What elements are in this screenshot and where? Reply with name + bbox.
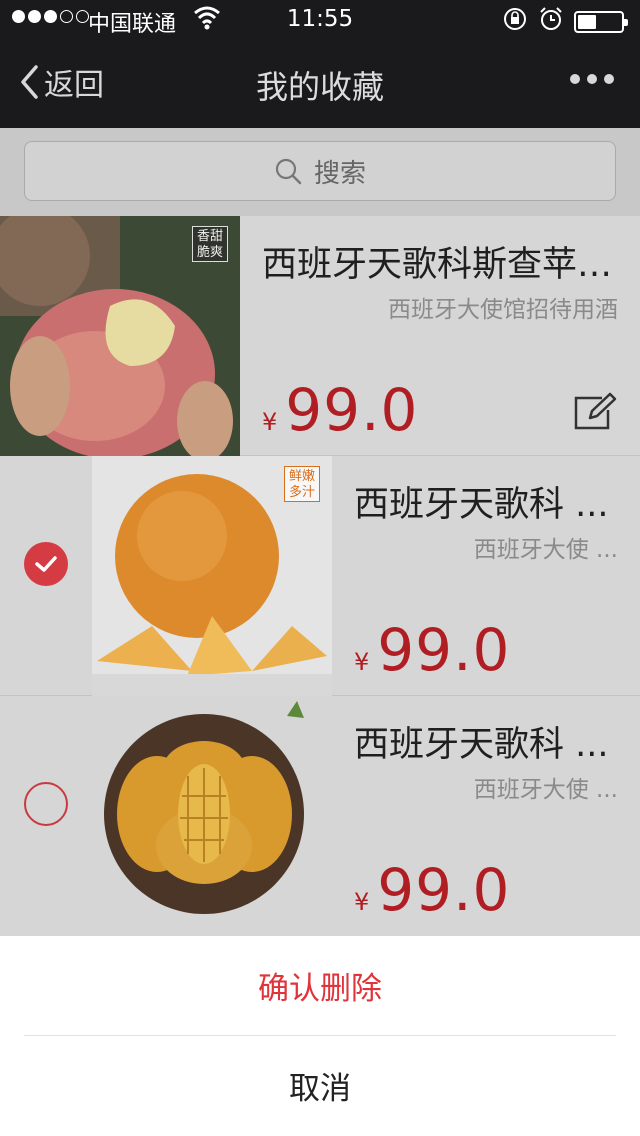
top-bar: 中国联通 11:55 返回 我的收藏 xyxy=(0,0,640,128)
product-subtitle: 西班牙大使馆招待用酒 xyxy=(388,297,618,323)
checkbox-checked[interactable] xyxy=(24,542,68,586)
list-item[interactable]: 鲜嫩多汁 西班牙天歌科 ... 西班牙大使 ... ¥ 99.0 xyxy=(0,456,640,696)
search-section: 搜索 xyxy=(0,128,640,216)
price-value: 99.0 xyxy=(377,856,511,924)
product-image-apple: 香甜脆爽 xyxy=(0,216,240,456)
edit-icon[interactable] xyxy=(572,392,618,436)
search-input[interactable]: 搜索 xyxy=(24,141,616,201)
status-bar: 中国联通 11:55 xyxy=(0,0,640,40)
price-value: 99.0 xyxy=(377,616,511,684)
currency-symbol: ¥ xyxy=(354,888,370,916)
product-name: 西班牙天歌科 ... xyxy=(354,725,609,765)
product-name: 西班牙天歌科斯查苹… xyxy=(262,245,613,285)
product-info: 西班牙天歌科斯查苹… 西班牙大使馆招待用酒 ¥ 99.0 xyxy=(240,216,640,456)
product-subtitle: 西班牙大使 ... xyxy=(473,777,618,803)
product-badge: 鲜嫩多汁 xyxy=(284,466,320,502)
price-value: 99.0 xyxy=(285,376,419,444)
product-image-orange: 鲜嫩多汁 xyxy=(92,456,332,696)
product-price: ¥ 99.0 xyxy=(354,856,510,924)
product-info: 西班牙天歌科 ... 西班牙大使 ... ¥ 99.0 xyxy=(332,456,640,696)
product-name: 西班牙天歌科 ... xyxy=(354,485,609,525)
search-placeholder: 搜索 xyxy=(313,158,366,189)
alarm-icon xyxy=(538,6,564,38)
product-image-mango xyxy=(92,696,332,936)
cancel-button[interactable]: 取消 xyxy=(0,1036,640,1134)
confirm-delete-button[interactable]: 确认删除 xyxy=(0,936,640,1034)
more-options-icon[interactable] xyxy=(570,74,614,84)
page-title: 我的收藏 xyxy=(255,68,384,106)
product-info: 西班牙天歌科 ... 西班牙大使 ... ¥ 99.0 xyxy=(332,696,640,936)
currency-symbol: ¥ xyxy=(262,408,278,436)
search-icon xyxy=(275,158,302,185)
orientation-lock-icon xyxy=(502,6,528,38)
favorites-list: 香甜脆爽 西班牙天歌科斯查苹… 西班牙大使馆招待用酒 ¥ 99.0 鲜嫩多汁 西… xyxy=(0,216,640,936)
product-subtitle: 西班牙大使 ... xyxy=(473,537,618,563)
product-badge: 香甜脆爽 xyxy=(192,226,228,262)
checkbox-unchecked[interactable] xyxy=(24,782,68,826)
product-price: ¥ 99.0 xyxy=(262,376,418,444)
list-item[interactable]: 西班牙天歌科 ... 西班牙大使 ... ¥ 99.0 xyxy=(0,696,640,936)
delete-action-sheet: 确认删除 取消 xyxy=(0,936,640,1136)
checkmark-icon xyxy=(35,556,57,572)
product-price: ¥ 99.0 xyxy=(354,616,510,684)
battery-icon xyxy=(574,11,628,33)
navigation-bar: 返回 我的收藏 xyxy=(0,40,640,128)
list-item[interactable]: 香甜脆爽 西班牙天歌科斯查苹… 西班牙大使馆招待用酒 ¥ 99.0 xyxy=(0,216,640,456)
currency-symbol: ¥ xyxy=(354,648,370,676)
